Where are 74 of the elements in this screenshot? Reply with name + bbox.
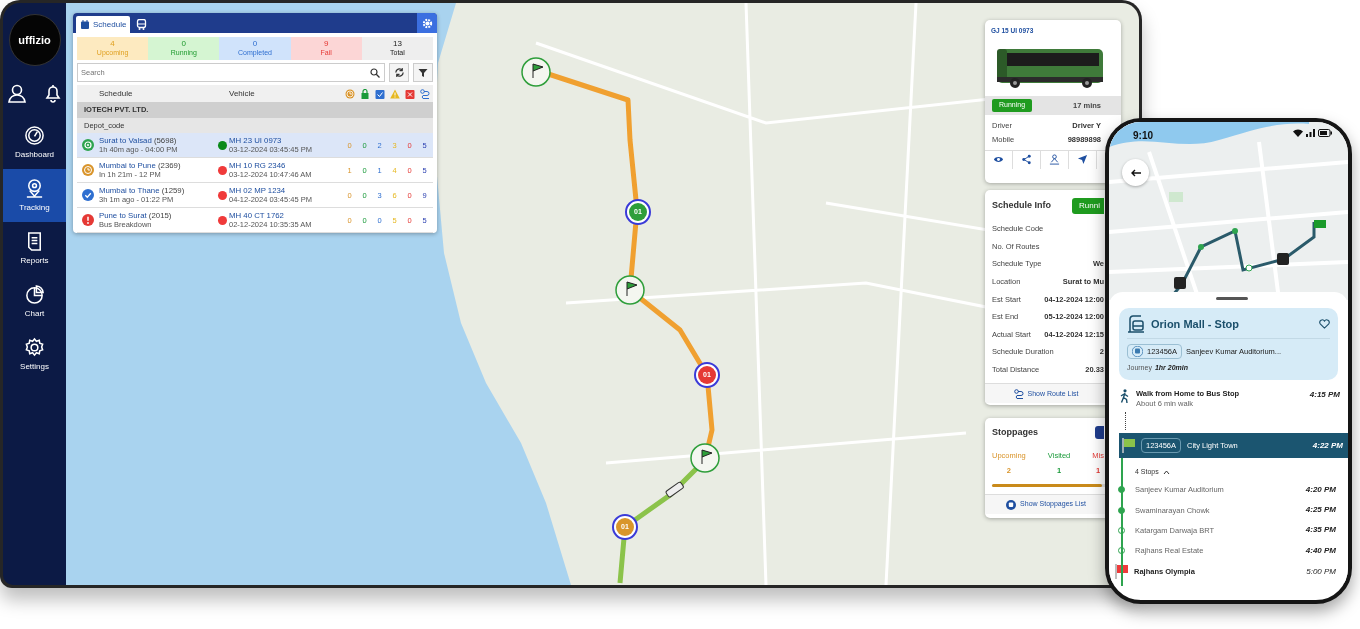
bus-stop-icon bbox=[1127, 315, 1145, 333]
close-box-icon bbox=[404, 88, 415, 99]
clock-icon bbox=[344, 88, 355, 99]
dotted-line bbox=[1125, 412, 1127, 431]
clock-icon bbox=[82, 164, 94, 176]
stop-time: 4:20 PM bbox=[1305, 483, 1336, 496]
bus-stop-icon bbox=[1006, 499, 1017, 510]
sidebar-item[interactable]: Tracking bbox=[3, 169, 66, 222]
pie-chart-icon bbox=[24, 283, 45, 305]
wifi-icon bbox=[1293, 129, 1303, 137]
chevron-up-icon bbox=[1162, 470, 1170, 475]
park-area bbox=[1169, 192, 1183, 202]
navigation-icon bbox=[1077, 154, 1088, 166]
flag-marker-icon[interactable] bbox=[690, 443, 720, 473]
refresh-icon bbox=[393, 67, 405, 78]
sidebar-item[interactable]: Settings bbox=[3, 328, 66, 381]
heart-icon bbox=[1319, 319, 1330, 329]
share-icon bbox=[1021, 154, 1032, 166]
drag-handle[interactable] bbox=[1215, 297, 1248, 300]
card-title: Stoppages bbox=[992, 426, 1038, 439]
location-pin-icon bbox=[24, 177, 45, 199]
sidebar-item[interactable]: Dashboard bbox=[3, 116, 66, 169]
settings-icon bbox=[421, 17, 433, 29]
warning-icon bbox=[389, 88, 400, 99]
stop-time: 4:25 PM bbox=[1305, 504, 1336, 517]
logo: uffizio bbox=[8, 14, 61, 66]
user-icon[interactable] bbox=[6, 83, 27, 103]
walking-person-icon bbox=[1119, 388, 1130, 403]
stop-dot[interactable] bbox=[1198, 244, 1204, 250]
filter-icon bbox=[418, 67, 428, 78]
flag-icon bbox=[1122, 438, 1135, 454]
back-button[interactable] bbox=[1122, 159, 1149, 186]
stop-dot[interactable] bbox=[1245, 264, 1253, 272]
calendar-icon bbox=[80, 19, 90, 30]
stop-dot[interactable] bbox=[1232, 228, 1238, 234]
column-header: Schedule bbox=[99, 88, 133, 98]
favorite-button[interactable] bbox=[1319, 319, 1330, 329]
vehicle-icon[interactable] bbox=[664, 481, 685, 499]
target-icon bbox=[82, 139, 94, 151]
route-icon bbox=[1013, 388, 1024, 399]
flag-marker-icon[interactable] bbox=[615, 275, 645, 305]
checkbox-icon bbox=[374, 88, 385, 99]
filter-button[interactable] bbox=[413, 63, 433, 82]
status-badge: Runni bbox=[1072, 198, 1104, 214]
back-arrow-icon bbox=[1130, 168, 1141, 177]
destination-time: 5:00 PM bbox=[1306, 565, 1336, 578]
panel-tab[interactable]: Schedule bbox=[76, 16, 131, 33]
sidebar-item[interactable]: Chart bbox=[3, 275, 66, 328]
settings-button[interactable] bbox=[417, 13, 437, 33]
sidebar-item[interactable]: Reports bbox=[3, 222, 66, 275]
stop-time: 4:35 PM bbox=[1305, 524, 1336, 537]
walk-time: 4:15 PM bbox=[1309, 388, 1340, 401]
card-title: Schedule Info bbox=[992, 199, 1051, 213]
bus-icon bbox=[1132, 346, 1143, 358]
bus-stop-icon[interactable] bbox=[1277, 253, 1289, 265]
refresh-button[interactable] bbox=[389, 63, 409, 82]
alert-icon bbox=[82, 214, 94, 226]
flag-marker-icon[interactable] bbox=[521, 57, 551, 87]
person-pin-icon bbox=[1049, 154, 1060, 166]
gauge-icon bbox=[24, 124, 45, 146]
status-time: 9:10 bbox=[1133, 129, 1153, 143]
check-circle-icon bbox=[82, 189, 94, 201]
signal-icon bbox=[1306, 129, 1315, 137]
settings-icon bbox=[24, 336, 45, 358]
stop-time: 4:40 PM bbox=[1305, 544, 1336, 557]
boarding-time: 4:22 PM bbox=[1312, 439, 1343, 452]
stop-title: Orion Mall - Stop bbox=[1151, 316, 1240, 332]
expand-button[interactable] bbox=[1095, 426, 1104, 440]
bus-icon bbox=[136, 19, 148, 30]
flag-icon bbox=[1115, 564, 1128, 580]
route-icon bbox=[419, 88, 430, 99]
battery-icon bbox=[1318, 129, 1332, 137]
search-icon bbox=[370, 68, 380, 78]
column-header: Vehicle bbox=[229, 88, 255, 98]
